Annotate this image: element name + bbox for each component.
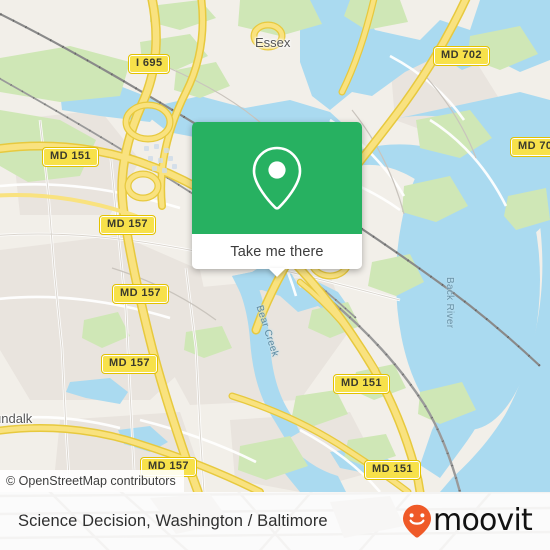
footer-bar: Science Decision, Washington / Baltimore… bbox=[0, 492, 550, 550]
callout-pointer bbox=[268, 268, 286, 277]
highway-shield-md702a: MD 702 bbox=[433, 46, 490, 66]
map-place-label-dundalk: undalk bbox=[0, 411, 33, 426]
take-me-there-label: Take me there bbox=[230, 243, 324, 260]
map-water-label-back-river: Back River bbox=[444, 277, 455, 329]
moovit-wordmark: moovit bbox=[433, 503, 533, 538]
osm-attribution[interactable]: © OpenStreetMap contributors bbox=[0, 470, 184, 492]
highway-shield-md702b: MD 702 bbox=[510, 137, 550, 157]
highway-shield-md157a: MD 157 bbox=[99, 215, 156, 235]
highway-shield-md151a: MD 151 bbox=[42, 147, 99, 167]
highway-shield-md157b: MD 157 bbox=[112, 284, 169, 304]
screenshot-root: Essex undalk Back River Bear Creek I 695… bbox=[0, 0, 550, 550]
highway-shield-md151b: MD 151 bbox=[333, 374, 390, 394]
highway-shield-md157c: MD 157 bbox=[101, 354, 158, 374]
place-card-header bbox=[192, 122, 362, 234]
page-title: Science Decision, Washington / Baltimore bbox=[18, 511, 328, 530]
map-pin-icon bbox=[252, 146, 302, 210]
take-me-there-button[interactable]: Take me there bbox=[192, 234, 362, 269]
place-callout-card[interactable]: Take me there bbox=[192, 122, 362, 277]
moovit-logo: moovit bbox=[402, 503, 533, 538]
map-canvas[interactable]: Essex undalk Back River Bear Creek I 695… bbox=[0, 0, 550, 492]
moovit-smile-pin-icon bbox=[403, 504, 432, 538]
osm-attribution-text: © OpenStreetMap contributors bbox=[6, 474, 176, 488]
map-place-label-essex: Essex bbox=[255, 35, 291, 50]
highway-shield-i695: I 695 bbox=[127, 54, 171, 74]
highway-shield-md151c: MD 151 bbox=[364, 460, 421, 480]
